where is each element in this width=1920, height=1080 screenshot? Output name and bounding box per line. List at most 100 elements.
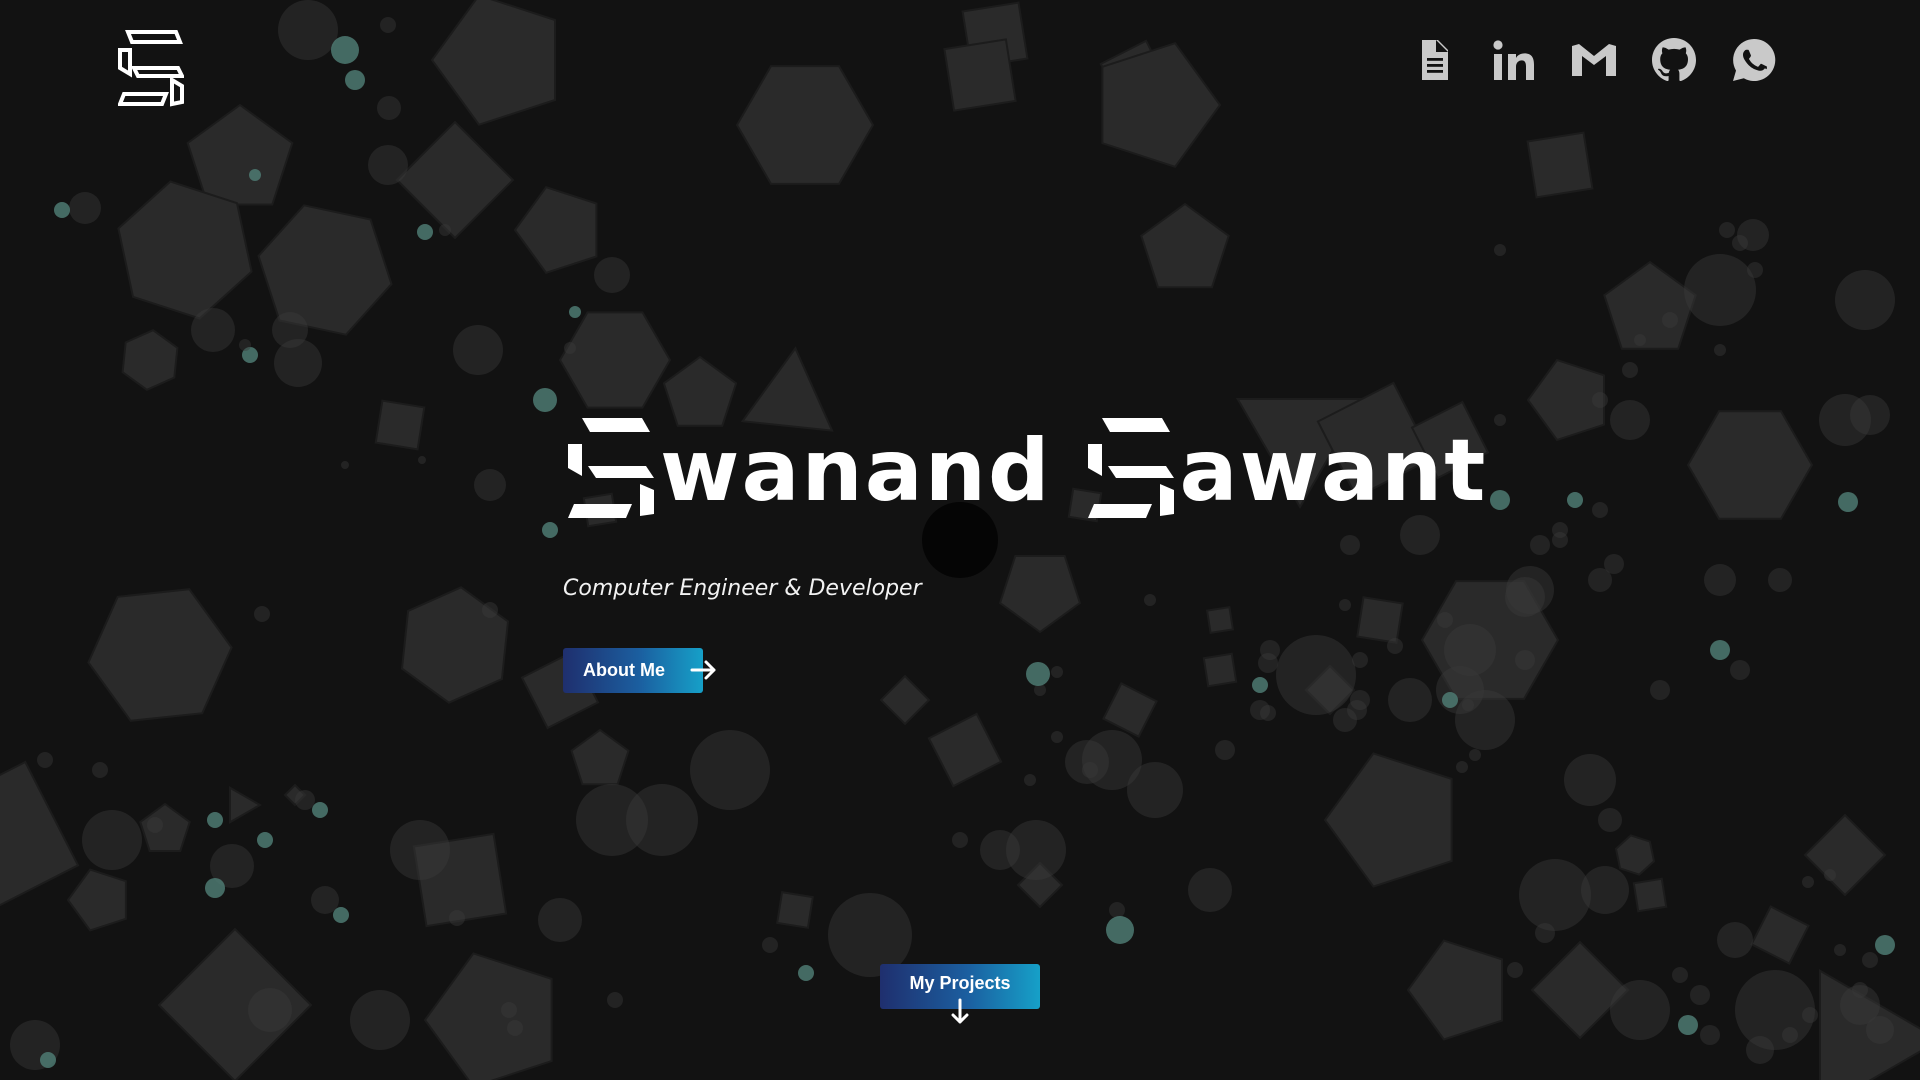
background-polygon: [1101, 42, 1222, 168]
background-bubble: [1662, 312, 1678, 328]
background-polygon: [117, 180, 253, 320]
background-bubble: [1567, 492, 1583, 508]
background-bubble: [626, 784, 698, 856]
background-bubble: [69, 192, 101, 224]
background-bubble: [1051, 731, 1063, 743]
background-bubble: [1838, 492, 1858, 512]
background-polygon: [776, 891, 814, 929]
background-bubble: [1106, 916, 1134, 944]
background-bubble: [1564, 754, 1616, 806]
background-bubble: [1144, 594, 1156, 606]
background-bubble: [1347, 700, 1367, 720]
background-bubble: [278, 0, 338, 60]
background-polygon: [927, 712, 1003, 788]
background-bubble: [1747, 262, 1763, 278]
arrow-down-icon: [951, 998, 969, 1024]
background-polygon: [1140, 202, 1230, 289]
background-bubble: [1834, 944, 1846, 956]
background-bubble: [1852, 982, 1868, 998]
background-bubble: [312, 802, 328, 818]
background-polygon: [423, 952, 553, 1080]
background-bubble: [449, 910, 465, 926]
background-bubble: [1252, 677, 1268, 693]
background-bubble: [474, 469, 506, 501]
background-bubble: [147, 817, 163, 833]
background-bubble: [417, 224, 433, 240]
background-bubble: [1127, 762, 1183, 818]
background-bubble: [37, 752, 53, 768]
background-polygon: [1614, 834, 1656, 876]
background-bubble: [538, 898, 582, 942]
background-polygon: [66, 868, 127, 932]
background-bubble: [207, 812, 223, 828]
my-projects-label: My Projects: [909, 973, 1011, 993]
background-polygon: [570, 728, 630, 786]
background-polygon: [121, 329, 179, 391]
stylized-s-initial: [568, 418, 654, 518]
background-bubble: [690, 730, 770, 810]
background-bubble: [1519, 859, 1591, 931]
background-bubble: [594, 257, 630, 293]
linkedin-icon[interactable]: [1488, 34, 1540, 86]
background-bubble: [1456, 761, 1468, 773]
background-polygon: [943, 38, 1017, 112]
whatsapp-icon[interactable]: [1728, 34, 1780, 86]
background-bubble: [1824, 869, 1836, 881]
background-bubble: [350, 990, 410, 1050]
background-bubble: [1732, 235, 1748, 251]
background-polygon: [1323, 752, 1453, 888]
background-bubble: [564, 342, 576, 354]
background-bubble: [1051, 666, 1063, 678]
background-bubble: [1714, 344, 1726, 356]
background-bubble: [1469, 749, 1481, 761]
background-bubble: [1730, 660, 1750, 680]
ss-monogram-logo-icon[interactable]: [118, 28, 184, 108]
about-me-button[interactable]: About Me: [563, 648, 703, 693]
background-polygon: [879, 674, 931, 726]
background-polygon: [558, 311, 672, 409]
first-name-rest: wanand: [660, 421, 1052, 521]
background-polygon: [1603, 260, 1697, 350]
gmail-icon[interactable]: [1568, 34, 1620, 86]
background-bubble: [507, 1020, 523, 1036]
background-bubble: [1690, 985, 1710, 1005]
background-bubble: [191, 308, 235, 352]
background-bubble: [1866, 1016, 1894, 1044]
background-bubble: [1719, 222, 1735, 238]
github-icon: [1652, 38, 1696, 82]
background-polygon: [662, 355, 738, 427]
hero-subtitle: Computer Engineer & Developer: [563, 576, 922, 601]
background-bubble: [1598, 808, 1622, 832]
background-bubble: [1352, 652, 1368, 668]
background-bubble: [1650, 680, 1670, 700]
resume-icon: [1422, 40, 1448, 80]
background-polygon: [735, 65, 875, 185]
background-bubble: [54, 202, 70, 218]
background-polygon: [186, 103, 294, 206]
background-bubble: [418, 456, 426, 464]
background-bubble: [249, 169, 261, 181]
background-bubble: [1507, 962, 1523, 978]
background-bubble: [439, 224, 451, 236]
background-polygon: [1803, 813, 1887, 897]
background-bubble: [1735, 970, 1815, 1050]
background-bubble: [1506, 566, 1554, 614]
github-icon[interactable]: [1648, 34, 1700, 86]
background-bubble: [1026, 662, 1050, 686]
background-bubble: [205, 878, 225, 898]
arrow-right-icon: [690, 660, 716, 680]
first-name: wanand: [568, 418, 1052, 522]
background-polygon: [1356, 596, 1404, 644]
resume-icon[interactable]: [1408, 34, 1460, 86]
background-bubble: [1215, 740, 1235, 760]
background-bubble: [1610, 400, 1650, 440]
background-bubble: [274, 339, 322, 387]
background-polygon: [1102, 682, 1158, 738]
background-bubble: [607, 992, 623, 1008]
background-bubble: [254, 606, 270, 622]
background-polygon: [1526, 131, 1594, 199]
background-bubble: [1835, 270, 1895, 330]
gmail-icon: [1572, 44, 1616, 76]
hero-name: wanand awant: [568, 418, 1523, 522]
background-bubble: [1339, 599, 1351, 611]
